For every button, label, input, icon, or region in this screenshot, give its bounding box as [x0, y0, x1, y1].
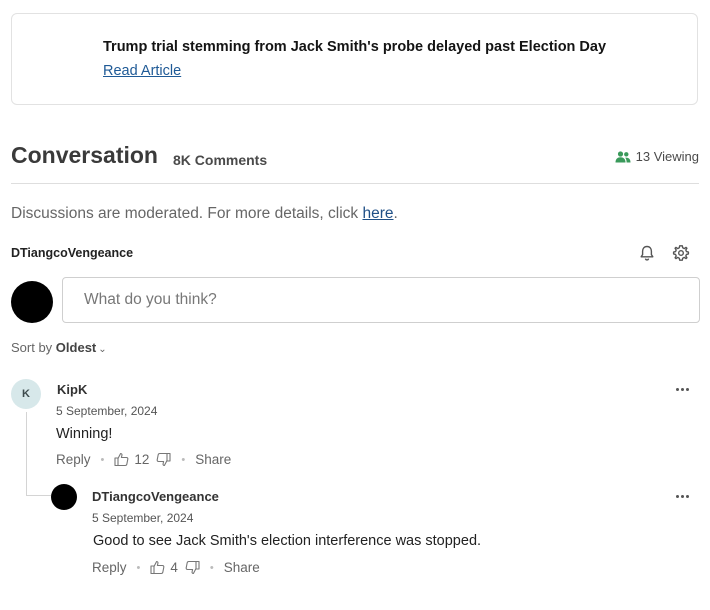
- moderation-notice: Discussions are moderated. For more deta…: [11, 205, 398, 223]
- thread-line: [26, 412, 27, 496]
- reply-button[interactable]: Reply: [56, 452, 91, 467]
- comment-input[interactable]: [62, 277, 700, 323]
- users-icon: [615, 150, 631, 162]
- more-options-icon[interactable]: [672, 490, 692, 502]
- article-thumbnail: [30, 26, 102, 94]
- thumbs-down-icon: [185, 560, 200, 575]
- separator-dot: •: [209, 561, 214, 574]
- thumbs-up-icon: [114, 452, 129, 467]
- viewing-indicator: 13 Viewing: [615, 149, 699, 164]
- chevron-down-icon: ⌄: [98, 344, 107, 355]
- separator-dot: •: [136, 561, 141, 574]
- thumbs-up-icon: [150, 560, 165, 575]
- separator-dot: •: [100, 453, 105, 466]
- thread-connector: [26, 495, 51, 496]
- comment-count: 8K Comments: [173, 152, 268, 168]
- comment-date: 5 September, 2024: [92, 511, 194, 525]
- divider: [11, 183, 699, 184]
- current-username: DTiangcoVengeance: [11, 246, 134, 260]
- viewing-count: 13 Viewing: [635, 149, 699, 164]
- article-title: Trump trial stemming from Jack Smith's p…: [103, 39, 607, 55]
- comment-actions: Reply • 4 • Share: [92, 560, 260, 575]
- sort-dropdown[interactable]: Sort by Oldest ⌄: [11, 340, 107, 355]
- comment-body: Good to see Jack Smith's election interf…: [93, 533, 482, 549]
- notifications-bell-icon[interactable]: [638, 244, 656, 262]
- like-count: 12: [134, 452, 150, 467]
- moderation-details-link[interactable]: here: [362, 205, 393, 222]
- reply-button[interactable]: Reply: [92, 560, 127, 575]
- like-button[interactable]: 12: [114, 452, 149, 467]
- sort-value: Oldest: [55, 340, 97, 355]
- dislike-button[interactable]: [185, 560, 200, 575]
- share-button[interactable]: Share: [224, 560, 260, 575]
- dislike-button[interactable]: [156, 452, 171, 467]
- sort-label: Sort by: [11, 340, 56, 355]
- like-button[interactable]: 4: [150, 560, 178, 575]
- article-card: Trump trial stemming from Jack Smith's p…: [11, 13, 698, 105]
- comment-date: 5 September, 2024: [56, 404, 158, 418]
- settings-gear-icon[interactable]: [672, 244, 690, 262]
- conversation-title: Conversation: [11, 142, 158, 168]
- more-options-icon[interactable]: [672, 383, 692, 395]
- thumbs-down-icon: [157, 452, 171, 467]
- like-count: 4: [170, 560, 178, 575]
- reply-author-avatar[interactable]: [51, 484, 77, 510]
- share-button[interactable]: Share: [195, 452, 231, 467]
- comment-actions: Reply • 12 • Share: [56, 452, 231, 467]
- separator-dot: •: [181, 453, 186, 466]
- moderation-text: Discussions are moderated. For more deta…: [11, 205, 363, 222]
- comment-author[interactable]: KipK: [57, 382, 87, 397]
- commenter-avatar[interactable]: K: [11, 379, 41, 409]
- current-user-avatar: [11, 281, 53, 323]
- moderation-suffix: .: [393, 205, 398, 222]
- comment-body: Winning!: [56, 426, 113, 442]
- comment-author[interactable]: DTiangcoVengeance: [92, 489, 219, 504]
- read-article-link[interactable]: Read Article: [103, 63, 181, 79]
